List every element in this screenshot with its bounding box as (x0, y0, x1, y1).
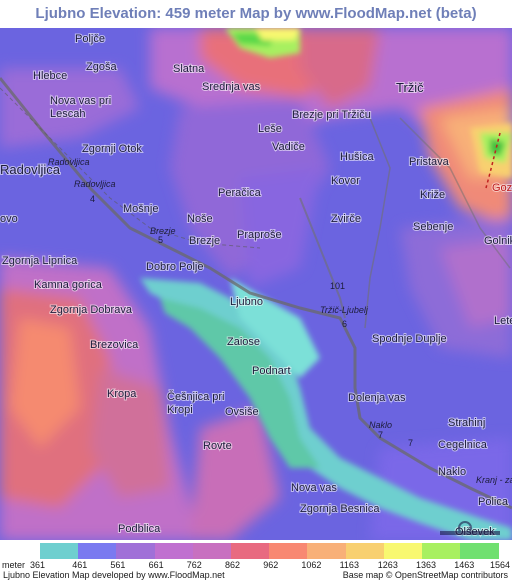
place-label: Peračica (218, 187, 262, 199)
legend-swatch (307, 543, 347, 559)
legend-tick-label: 762 (186, 560, 202, 570)
place-label: Križe (420, 189, 445, 201)
legend-tick-label: 862 (225, 560, 241, 570)
place-label: Ovsiše (225, 406, 259, 418)
road-label: Radovljica (48, 157, 90, 167)
legend-swatch (78, 543, 117, 559)
place-label: Vadiče (272, 141, 305, 153)
place-label: Praproše (237, 229, 282, 241)
place-label: ovo (0, 213, 18, 225)
place-label: Kropa (107, 388, 137, 400)
place-label: Poljče (75, 33, 105, 45)
place-label: Zgornja Besnica (300, 503, 380, 515)
legend-tick-label: 461 (72, 560, 88, 570)
place-label: Slatna (173, 63, 205, 75)
place-label: Tržič (396, 80, 424, 95)
place-label: Mošnje (123, 203, 158, 215)
legend-tick-label: 1062 (301, 560, 322, 570)
legend-swatch (345, 543, 385, 559)
place-label: Sebenje (413, 221, 453, 233)
place-label: Zgoša (86, 61, 117, 73)
place-label: Golnik (484, 235, 512, 247)
legend-tick-label: 361 (30, 560, 46, 570)
footer-credit: Ljubno Elevation Map developed by www.Fl… (3, 570, 225, 580)
legend-swatch (116, 543, 156, 559)
place-label: Leše (258, 123, 282, 135)
place-label: Naklo (438, 466, 466, 478)
elevation-map[interactable]: Poljče Zgoša Slatna Hlebce Srednja vas T… (0, 28, 512, 540)
place-label: Dolenja vas (348, 392, 406, 404)
place-label: Dobro Polje (146, 261, 203, 273)
road-label: Kranj - za (476, 475, 512, 485)
legend-tick-label: 1263 (377, 560, 398, 570)
place-label: Noše (187, 213, 213, 225)
place-label: Polica (478, 496, 509, 508)
road-label: Tržič-Ljubelj (320, 305, 369, 315)
legend-tick-label: 561 (110, 560, 126, 570)
legend-swatch (231, 543, 270, 559)
road-number: 7 (408, 438, 413, 448)
footer-attribution: Base map © OpenStreetMap contributors (342, 570, 508, 580)
legend-swatch (154, 543, 194, 559)
legend-unit-label: meter (2, 560, 26, 570)
place-label: Brezovica (90, 339, 139, 351)
legend-tick-label: 1463 (454, 560, 475, 570)
place-label: Zgornja Dobrava (50, 304, 133, 316)
place-label: Brezje pri Tržiču (292, 109, 371, 121)
legend-tick-label: 661 (148, 560, 164, 570)
place-label: Podnart (252, 365, 291, 377)
legend-swatch (422, 543, 461, 559)
page-title: Ljubno Elevation: 459 meter Map by www.F… (35, 5, 477, 22)
place-label: Zvirče (331, 213, 361, 225)
road-number: 6 (342, 319, 347, 329)
place-label: Strahinj (448, 417, 485, 429)
road-number: 101 (330, 281, 345, 291)
legend-swatch (460, 543, 499, 559)
road-number: 7 (378, 430, 383, 440)
place-label: Podblica (118, 523, 161, 535)
road-label: Radovljica (74, 179, 116, 189)
place-label: Gozd (492, 182, 512, 194)
elevation-legend: meter 361 461 561 661 762 862 962 1062 1163 1263 13… (0, 541, 512, 570)
legend-tick-label: 1363 (416, 560, 437, 570)
footer: Ljubno Elevation Map developed by www.Fl… (0, 570, 512, 582)
place-label: Brezje (189, 235, 220, 247)
place-label: Zgornja Lipnica (2, 255, 78, 267)
legend-tick-label: 1564 (490, 560, 511, 570)
place-label: Zaiose (227, 336, 260, 348)
place-label: Hlebce (33, 70, 67, 82)
place-label: Kamna gorica (34, 279, 103, 291)
legend-tick-label: 1163 (339, 560, 359, 570)
place-label: Rovte (203, 440, 232, 452)
place-label: Lete (494, 315, 512, 327)
legend-swatch (269, 543, 308, 559)
road-label: Naklo (369, 420, 392, 430)
place-label: Zgornji Otok (82, 143, 142, 155)
legend-swatch (383, 543, 423, 559)
place-label: Srednja vas (202, 81, 261, 93)
road-number: 4 (90, 194, 95, 204)
legend-swatch (40, 543, 79, 559)
place-label: Nova vas (291, 482, 337, 494)
place-label: Pristava (409, 156, 450, 168)
legend-swatch (192, 543, 232, 559)
place-label: Ljubno (230, 296, 263, 308)
place-label: Kovor (331, 175, 360, 187)
legend-tick-label: 962 (263, 560, 279, 570)
place-label: Hušica (340, 151, 375, 163)
place-label: Spodnje Duplje (372, 333, 447, 345)
place-label: Cegelnica (438, 439, 488, 451)
road-number: 5 (158, 235, 163, 245)
